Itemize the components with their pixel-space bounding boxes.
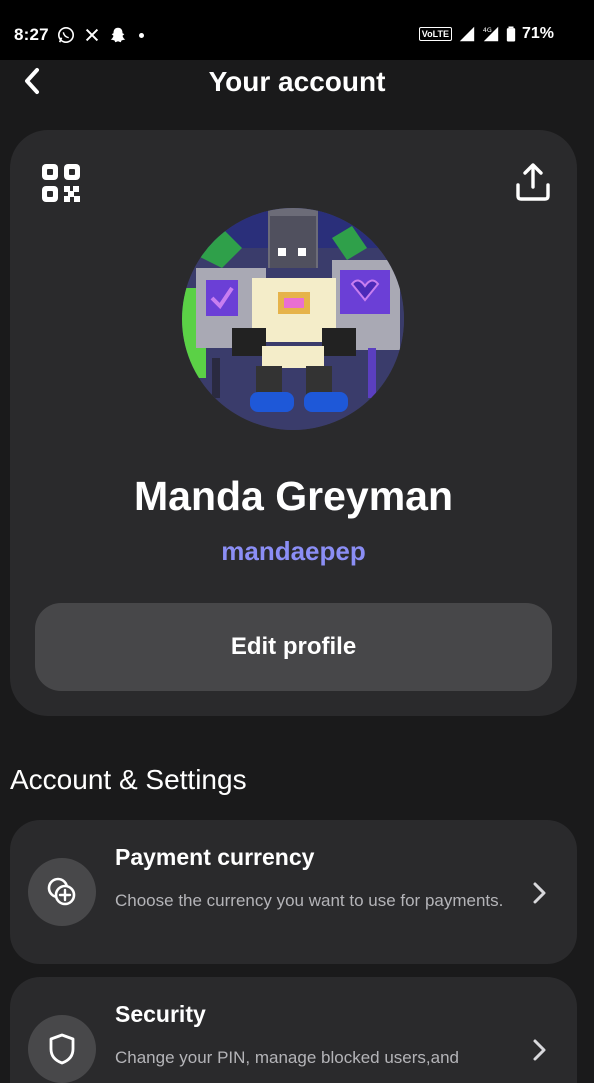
shield-icon <box>49 1033 75 1065</box>
qr-code-icon <box>42 164 80 202</box>
signal-4g-icon: 4G <box>483 26 499 42</box>
settings-item-title: Payment currency <box>115 844 315 870</box>
whatsapp-icon <box>57 26 74 44</box>
notification-dot <box>138 32 144 38</box>
header: Your account <box>0 60 594 106</box>
currency-coins-icon <box>47 877 76 906</box>
account-screen: 8:27 VoLTE 4G 71% Your account Manda Gre… <box>0 0 594 1083</box>
battery-icon <box>506 26 516 42</box>
settings-item-security[interactable]: Security Change your PIN, manage blocked… <box>10 977 577 1083</box>
signal-icon <box>459 26 475 42</box>
status-bar-left: 8:27 <box>14 25 144 45</box>
section-title: Account & Settings <box>10 764 247 795</box>
snapchat-icon <box>110 27 126 43</box>
chevron-right-icon <box>533 1039 546 1061</box>
payment-currency-icon-wrap <box>28 858 96 926</box>
chevron-right-icon <box>533 882 546 904</box>
qr-code-button[interactable] <box>40 162 82 204</box>
settings-item-description: Choose the currency you want to use for … <box>115 891 504 910</box>
status-bar-right: VoLTE 4G 71% <box>418 25 554 43</box>
username[interactable]: mandaepep <box>10 536 577 567</box>
volte-badge: VoLTE <box>418 27 452 41</box>
x-twitter-icon <box>85 28 98 42</box>
share-upload-icon <box>516 163 550 201</box>
status-bar: 8:27 VoLTE 4G 71% <box>0 0 594 60</box>
network-gen-label: 4G <box>483 27 492 34</box>
settings-item-description: Change your PIN, manage blocked users,an… <box>115 1048 459 1083</box>
battery-percent: 71% <box>521 25 554 42</box>
display-name: Manda Greyman <box>134 473 453 519</box>
security-icon-wrap <box>28 1015 96 1083</box>
edit-profile-button[interactable]: Edit profile <box>35 603 552 691</box>
settings-item-title: Security <box>115 1001 206 1027</box>
avatar[interactable] <box>182 208 404 430</box>
status-time: 8:27 <box>14 25 49 44</box>
share-button[interactable] <box>515 162 551 202</box>
profile-card: Manda Greyman mandaepep Edit profile <box>10 130 577 716</box>
settings-item-payment-currency[interactable]: Payment currency Choose the currency you… <box>10 820 577 964</box>
page-title: Your account <box>208 66 386 97</box>
